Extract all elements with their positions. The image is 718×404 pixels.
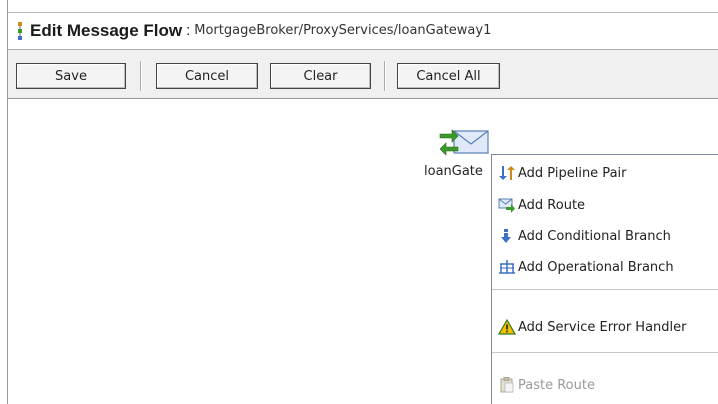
pipeline-pair-icon xyxy=(499,166,515,180)
proxy-service-envelope-icon[interactable] xyxy=(438,125,490,159)
toolbar-divider xyxy=(384,61,385,91)
menu-item-paste-route: Paste Route xyxy=(492,371,718,399)
breadcrumb-path: MortgageBroker/ProxyServices/loanGateway… xyxy=(194,23,492,38)
clipboard-icon xyxy=(500,377,514,393)
context-menu: Add Pipeline Pair Add Route Add Conditio… xyxy=(491,154,718,404)
menu-separator xyxy=(492,289,718,290)
page-title: Edit Message Flow xyxy=(30,20,183,40)
flow-icon xyxy=(18,21,22,40)
title-separator: : xyxy=(186,22,191,39)
save-button[interactable]: Save xyxy=(16,63,126,89)
menu-item-label: Add Service Error Handler xyxy=(518,319,687,335)
conditional-branch-icon xyxy=(501,229,511,243)
toolbar-divider xyxy=(140,61,141,91)
menu-item-add-pipeline-pair[interactable]: Add Pipeline Pair xyxy=(492,159,718,187)
menu-item-label: Add Pipeline Pair xyxy=(518,165,627,181)
menu-item-add-route[interactable]: Add Route xyxy=(492,191,718,219)
menu-item-add-conditional-branch[interactable]: Add Conditional Branch xyxy=(492,222,718,250)
toolbar: Save Cancel Clear Cancel All xyxy=(8,49,718,99)
menu-item-label: Add Route xyxy=(518,197,586,213)
menu-item-add-service-error-handler[interactable]: Add Service Error Handler xyxy=(492,313,718,341)
menu-item-label: Add Operational Branch xyxy=(518,259,674,275)
route-icon xyxy=(498,198,515,213)
title-bar: Edit Message Flow : MortgageBroker/Proxy… xyxy=(8,12,718,48)
node-label[interactable]: loanGate xyxy=(424,164,494,182)
menu-separator xyxy=(492,352,718,353)
cancel-all-button[interactable]: Cancel All xyxy=(397,63,500,89)
clear-button[interactable]: Clear xyxy=(270,63,371,89)
menu-item-add-operational-branch[interactable]: Add Operational Branch xyxy=(492,253,718,281)
operational-branch-icon xyxy=(499,260,515,274)
warning-icon xyxy=(498,319,516,335)
cancel-button[interactable]: Cancel xyxy=(156,63,258,89)
menu-item-label: Add Conditional Branch xyxy=(518,228,671,244)
menu-item-label: Paste Route xyxy=(518,377,595,393)
